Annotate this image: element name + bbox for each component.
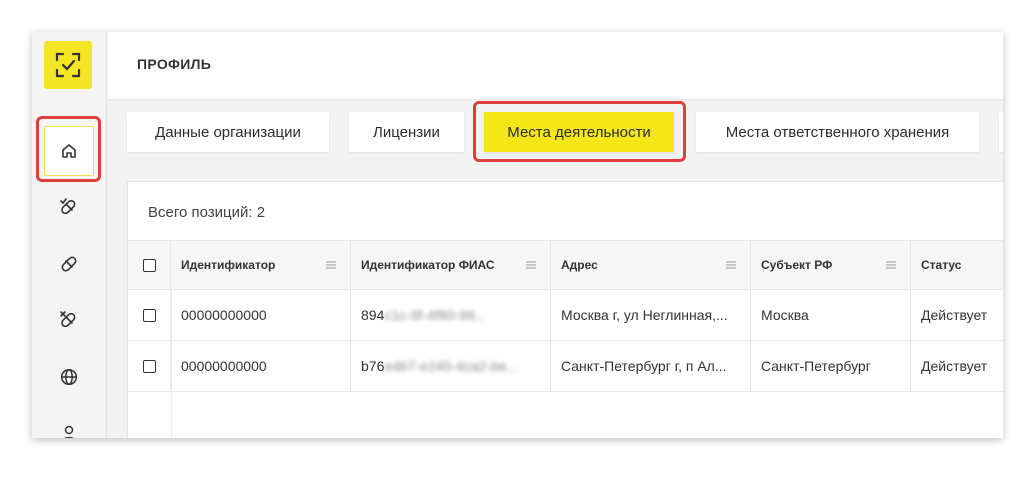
cell-region: Санкт-Петербург [751, 341, 911, 391]
pill-check-icon [60, 198, 76, 215]
page-header: ПРОФИЛЬ [108, 32, 1003, 100]
column-header-id[interactable]: Идентификатор [171, 241, 351, 289]
row-select-cell [128, 290, 171, 340]
app-window: ПРОФИЛЬ Данные организации Лицензии Мест… [32, 32, 1003, 438]
tab-organization-data[interactable]: Данные организации [127, 112, 329, 152]
scan-check-icon [55, 52, 81, 78]
sidebar-item-user[interactable] [44, 408, 94, 438]
column-header-address[interactable]: Адрес [551, 241, 751, 289]
sidebar-item-pill-cancel[interactable] [44, 295, 94, 345]
cell-status: Действует [921, 358, 988, 374]
locations-table-card: Всего позиций: 2 Идентификатор Идентифик… [127, 181, 1003, 438]
cell-fias: b76 e4b7-e245-4ca2-be... [351, 341, 551, 391]
cell-status: Действует [921, 307, 988, 323]
user-icon [64, 425, 74, 438]
table-row[interactable]: 00000000000 894 c1c-9f-4f80-98... Москва … [128, 290, 1003, 341]
tab-label: Лицензии [373, 123, 440, 141]
column-menu-icon[interactable] [886, 261, 896, 269]
table-row[interactable]: 00000000000 b76 e4b7-e245-4ca2-be... Санк… [128, 341, 1003, 392]
tab-more[interactable] [999, 112, 1003, 152]
tab-licenses[interactable]: Лицензии [349, 112, 464, 152]
cell-fias: 894 c1c-9f-4f80-98... [351, 290, 551, 340]
pill-cancel-icon [60, 311, 76, 328]
column-menu-icon[interactable] [526, 261, 536, 269]
tab-label: Места ответственного хранения [725, 123, 950, 141]
column-menu-icon[interactable] [326, 261, 336, 269]
select-all-cell [128, 241, 171, 289]
sidebar-item-pill-check[interactable] [44, 182, 94, 232]
cell-id: 00000000000 [171, 341, 351, 391]
cell-id: 00000000000 [171, 290, 351, 340]
total-count: Всего позиций: 2 [148, 204, 266, 221]
column-header-region[interactable]: Субъект РФ [751, 241, 911, 289]
pill-icon [61, 256, 77, 272]
sidebar-item-home[interactable] [44, 126, 94, 176]
column-divider [171, 290, 172, 438]
tab-label: Данные организации [155, 123, 301, 141]
home-icon [62, 144, 76, 158]
column-header-status[interactable]: Статус [911, 241, 1003, 289]
column-header-fias[interactable]: Идентификатор ФИАС [351, 241, 551, 289]
cell-address: Москва г, ул Неглинная,... [551, 290, 751, 340]
row-checkbox[interactable] [142, 359, 156, 373]
column-menu-icon[interactable] [726, 261, 736, 269]
tab-responsible-storage[interactable]: Места ответственного хранения [696, 112, 979, 152]
page-title: ПРОФИЛЬ [137, 56, 212, 72]
sidebar [32, 32, 107, 438]
sidebar-item-pill[interactable] [44, 239, 94, 289]
row-checkbox[interactable] [142, 308, 156, 322]
cell-address: Санкт-Петербург г, п Ал... [551, 341, 751, 391]
logo[interactable] [44, 41, 92, 89]
globe-icon [60, 368, 78, 386]
tab-places-of-activity[interactable]: Места деятельности [484, 112, 674, 152]
row-select-cell [128, 341, 171, 391]
select-all-checkbox[interactable] [142, 258, 156, 272]
sidebar-item-globe[interactable] [44, 352, 94, 402]
tab-label: Места деятельности [507, 123, 651, 141]
table-header: Идентификатор Идентификатор ФИАС Адрес С… [128, 240, 1003, 290]
cell-region: Москва [751, 290, 911, 340]
